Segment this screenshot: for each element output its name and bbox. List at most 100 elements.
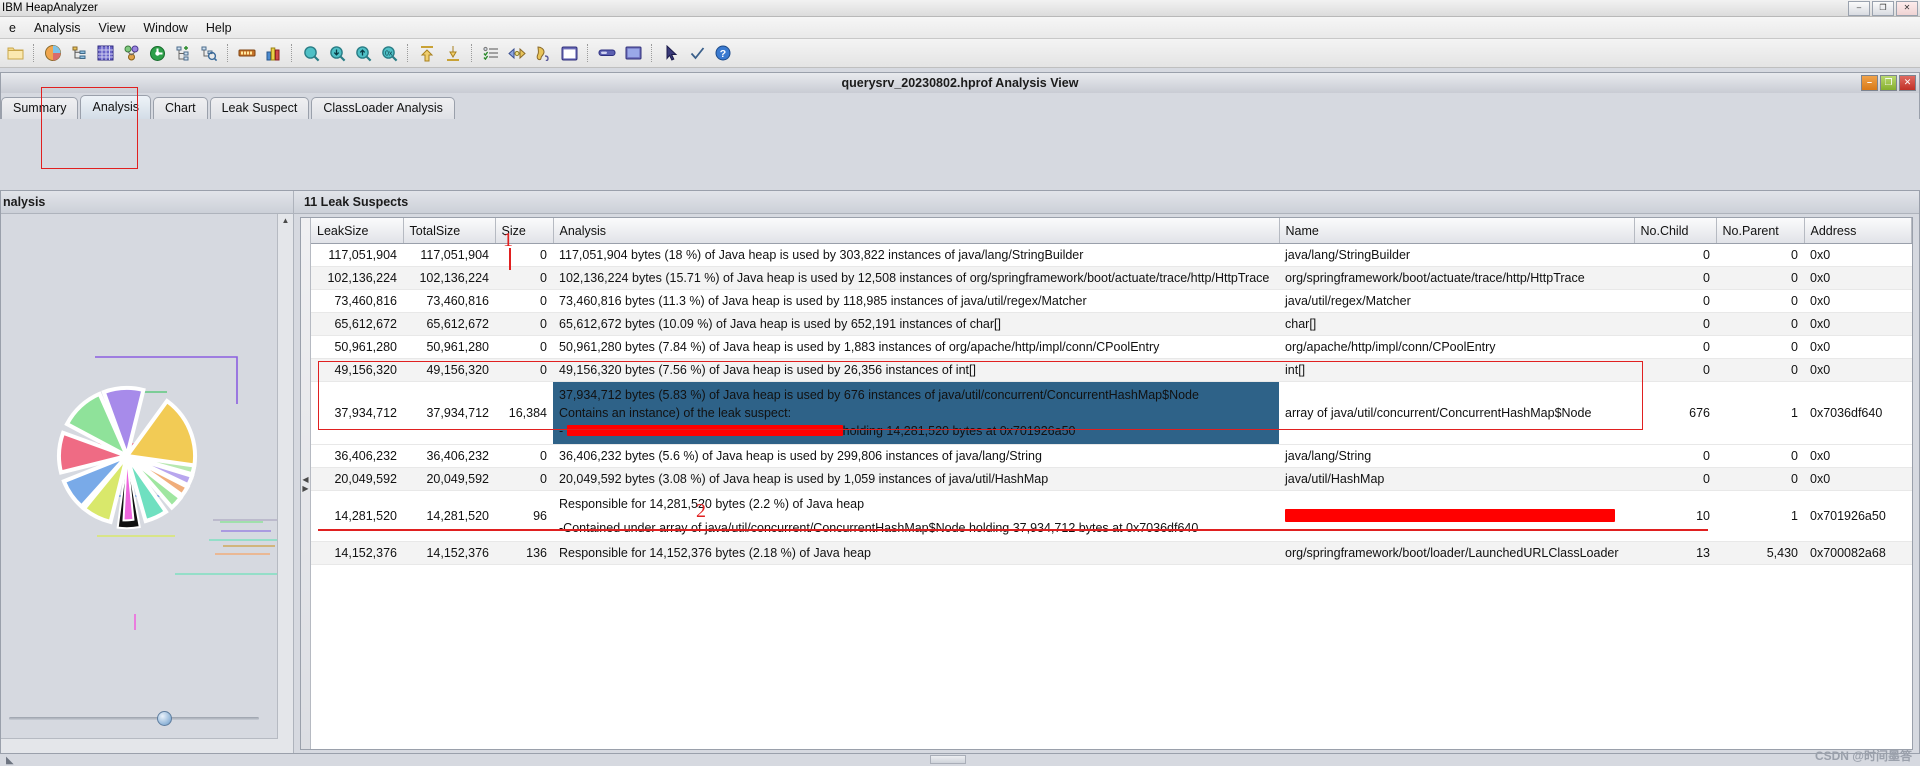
tree-add-icon[interactable]	[170, 41, 196, 65]
tab-summary[interactable]: Summary	[1, 97, 79, 119]
heap-pie-chart	[1, 344, 285, 637]
pointer-icon[interactable]	[658, 41, 684, 65]
col-totalsize[interactable]: TotalSize	[403, 218, 496, 244]
table-row[interactable]: 49,156,320 49,156,320 0 49,156,320 bytes…	[311, 358, 1912, 382]
table-row[interactable]: 117,051,904 117,051,904 0 117,051,904 by…	[311, 243, 1912, 267]
table-row-selected[interactable]: 37,934,712 37,934,712 16,384 37,934,712 …	[311, 381, 1912, 446]
window-icon[interactable]	[556, 41, 582, 65]
redaction-bar	[1285, 508, 1615, 522]
pie-chart-icon[interactable]	[40, 41, 66, 65]
menu-view[interactable]: View	[90, 19, 135, 37]
col-nochild[interactable]: No.Child	[1634, 218, 1717, 244]
tree-search-icon[interactable]	[196, 41, 222, 65]
cell-leaksize: 49,156,320	[311, 358, 403, 382]
collapse-up-icon[interactable]	[414, 41, 440, 65]
cell-analysis: 73,460,816 bytes (11.3 %) of Java heap i…	[553, 289, 1279, 313]
status-bar: ◣ CSDN @时间墨答	[0, 749, 1920, 766]
resize-handle[interactable]	[930, 755, 966, 764]
table-row[interactable]: 36,406,232 36,406,232 0 36,406,232 bytes…	[311, 444, 1912, 469]
open-folder-icon[interactable]	[2, 41, 28, 65]
frame-minimize-button[interactable]: –	[1861, 75, 1878, 91]
menu-analysis[interactable]: Analysis	[25, 19, 90, 37]
tab-chart[interactable]: Chart	[153, 97, 208, 119]
menu-help[interactable]: Help	[197, 19, 241, 37]
table-row[interactable]: 20,049,592 20,049,592 0 20,049,592 bytes…	[311, 467, 1912, 492]
table-grid-icon[interactable]	[92, 41, 118, 65]
cell-nochild: 0	[1634, 335, 1716, 359]
desktop-icon[interactable]	[620, 41, 646, 65]
cell-size: 0	[495, 467, 553, 492]
cell-leaksize: 36,406,232	[311, 444, 403, 469]
cell-name: java/util/regex/Matcher	[1279, 289, 1634, 313]
cell-analysis: 36,406,232 bytes (5.6 %) of Java heap is…	[553, 444, 1279, 469]
cell-size: 0	[495, 289, 553, 313]
pie-chart-area[interactable]: ▲	[1, 214, 293, 753]
object-tree-icon[interactable]	[118, 41, 144, 65]
search-up-icon[interactable]	[350, 41, 376, 65]
left-chart-panel: nalysis ▲	[1, 191, 294, 753]
tab-leak-suspect[interactable]: Leak Suspect	[209, 97, 310, 119]
expand-down-icon[interactable]	[440, 41, 466, 65]
cell-totalsize: 14,152,376	[403, 541, 495, 565]
cell-size: 0	[495, 358, 553, 382]
checklist-icon[interactable]	[478, 41, 504, 65]
slider-knob[interactable]	[157, 711, 172, 726]
table-row[interactable]: 102,136,224 102,136,224 0 102,136,224 by…	[311, 266, 1912, 290]
analysis-view-title: querysrv_20230802.hprof Analysis View	[841, 76, 1079, 90]
analysis-line-2: -Contained under array of java/util/conc…	[559, 520, 1199, 535]
analysis-line-3-suffix: holding 14,281,520 bytes at 0x701926a50	[842, 424, 1076, 439]
gc-root-icon[interactable]	[144, 41, 170, 65]
col-noparent[interactable]: No.Parent	[1716, 218, 1805, 244]
left-panel-vertical-scrollbar[interactable]: ▲	[277, 214, 293, 753]
left-panel-horizontal-scrollbar[interactable]	[1, 738, 278, 753]
compare-icon[interactable]	[504, 41, 530, 65]
memory-bar-icon[interactable]	[234, 41, 260, 65]
cell-size: 0	[495, 335, 553, 359]
leak-suspects-body: ◀ ▶ LeakSize TotalSize Size Analysis Nam…	[294, 214, 1919, 753]
frame-close-button[interactable]: ✕	[1899, 75, 1916, 91]
col-address[interactable]: Address	[1804, 218, 1912, 244]
tab-classloader-analysis[interactable]: ClassLoader Analysis	[311, 97, 455, 119]
col-leaksize[interactable]: LeakSize	[311, 218, 404, 244]
chart-zoom-slider[interactable]	[9, 711, 259, 726]
table-row[interactable]: 65,612,672 65,612,672 0 65,612,672 bytes…	[311, 312, 1912, 336]
search-icon[interactable]	[298, 41, 324, 65]
check-icon[interactable]	[684, 41, 710, 65]
scroll-right-arrow[interactable]: ▶	[302, 484, 308, 493]
cell-leaksize: 37,934,712	[311, 381, 403, 446]
cell-name: java/lang/StringBuilder	[1279, 243, 1634, 267]
scroll-up-arrow[interactable]: ▲	[278, 216, 293, 225]
analysis-line-3-prefix: -	[559, 424, 567, 439]
analysis-view-frame: querysrv_20230802.hprof Analysis View – …	[0, 72, 1920, 754]
cell-name: org/apache/http/impl/conn/CPoolEntry	[1279, 335, 1634, 359]
table-row[interactable]: 14,152,376 14,152,376 136 Responsible fo…	[311, 541, 1912, 565]
close-button[interactable]: ✕	[1896, 1, 1918, 16]
cell-name: char[]	[1279, 312, 1634, 336]
maximize-button[interactable]: ❐	[1872, 1, 1894, 16]
scroll-left-arrow[interactable]: ◀	[302, 475, 308, 484]
tree-list-icon[interactable]	[66, 41, 92, 65]
scroll-corner-icon[interactable]: ◣	[6, 755, 14, 766]
table-row[interactable]: 14,281,520 14,281,520 96 Responsible for…	[311, 490, 1912, 542]
table-row[interactable]: 50,961,280 50,961,280 0 50,961,280 bytes…	[311, 335, 1912, 359]
search-down-icon[interactable]	[324, 41, 350, 65]
cell-size: 0	[495, 312, 553, 336]
leak-suspects-heading: 11 Leak Suspects	[294, 191, 1919, 214]
table-left-scroll-strip[interactable]: ◀ ▶	[301, 218, 311, 749]
menu-window[interactable]: Window	[134, 19, 196, 37]
cell-address: 0x701926a50	[1804, 490, 1912, 542]
search-clear-icon[interactable]: 0x	[376, 41, 402, 65]
col-size[interactable]: Size	[495, 218, 554, 244]
cell-address: 0x0	[1804, 444, 1912, 469]
frame-maximize-button[interactable]: ❐	[1880, 75, 1897, 91]
col-name[interactable]: Name	[1279, 218, 1635, 244]
table-row[interactable]: 73,460,816 73,460,816 0 73,460,816 bytes…	[311, 289, 1912, 313]
paint-icon[interactable]	[530, 41, 556, 65]
status-bar-icon[interactable]	[594, 41, 620, 65]
col-analysis[interactable]: Analysis	[553, 218, 1280, 244]
tab-analysis[interactable]: Analysis	[80, 95, 152, 119]
menu-file[interactable]: e	[0, 19, 25, 37]
minimize-button[interactable]: –	[1848, 1, 1870, 16]
bar-chart-icon[interactable]	[260, 41, 286, 65]
help-icon[interactable]: ?	[710, 41, 736, 65]
